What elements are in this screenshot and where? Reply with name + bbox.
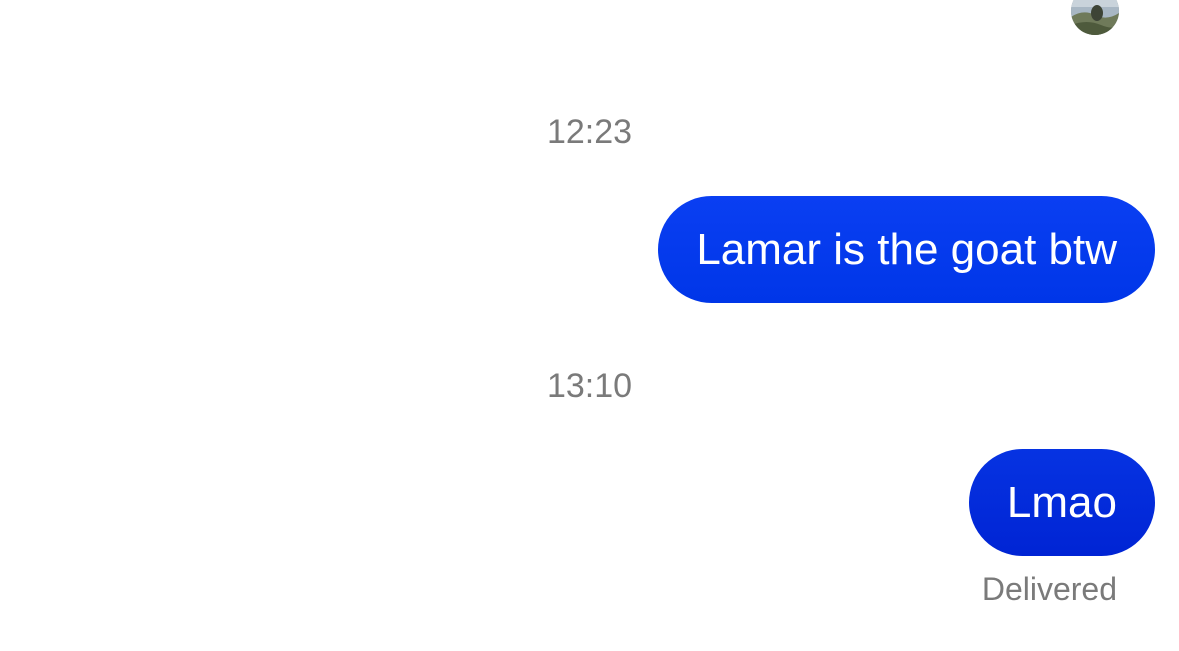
sent-message-bubble[interactable]: Lmao (968, 449, 1155, 556)
avatar-photo-icon (1071, 0, 1119, 35)
delivery-status: Delivered (981, 571, 1117, 607)
chat-transcript: 12:23 Lamar is the goat btw 13:10 Lmao D… (0, 0, 1179, 651)
avatar[interactable] (1071, 0, 1119, 35)
sent-message-bubble[interactable]: Lamar is the goat btw (658, 196, 1155, 303)
message-timestamp: 13:10 (546, 367, 633, 405)
message-timestamp: 12:23 (546, 113, 633, 151)
